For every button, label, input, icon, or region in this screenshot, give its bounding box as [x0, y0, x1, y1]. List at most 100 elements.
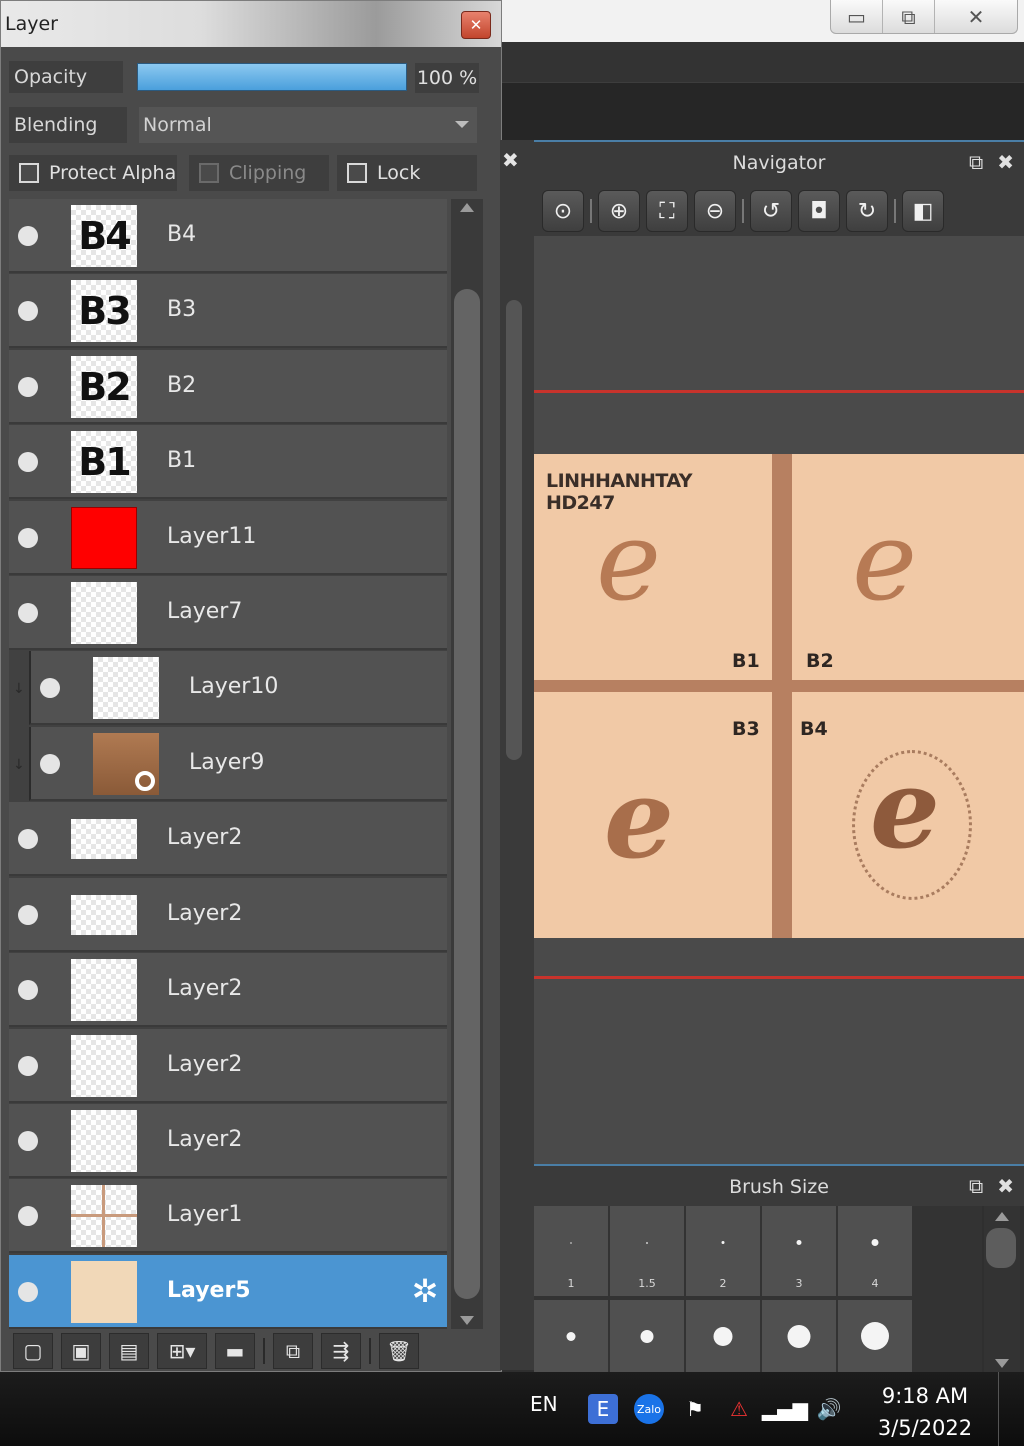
layer-row[interactable]: B4 B4 [9, 199, 447, 273]
network-warning-icon[interactable]: ⚠ [724, 1394, 754, 1424]
clock[interactable]: 9:18 AM 3/5/2022 [870, 1380, 980, 1444]
layer-row[interactable]: ↓ Layer9 [13, 727, 447, 801]
zoom-in-button[interactable]: ⊕ [598, 190, 640, 232]
brush-size-cell[interactable] [762, 1300, 836, 1372]
add-dropdown-button[interactable]: ⊞▾ [157, 1333, 207, 1369]
thumbnail-text: B3 [78, 289, 131, 333]
visibility-toggle-icon[interactable] [18, 1056, 38, 1076]
visibility-toggle-icon[interactable] [18, 226, 38, 246]
close-icon[interactable]: ✖ [997, 150, 1014, 174]
lock-checkbox[interactable]: Lock [337, 155, 477, 191]
visibility-toggle-icon[interactable] [18, 1282, 38, 1302]
brush-size-cell[interactable]: 1 [534, 1206, 608, 1296]
layer-row[interactable]: Layer2 [9, 953, 447, 1027]
visibility-toggle-icon[interactable] [18, 528, 38, 548]
protect-alpha-checkbox[interactable]: Protect Alpha [9, 155, 177, 191]
blending-select[interactable]: Normal [139, 107, 477, 143]
clipping-checkbox[interactable]: Clipping [189, 155, 329, 191]
scroll-up-icon[interactable] [460, 203, 474, 212]
folder-button[interactable]: ▬ [215, 1333, 255, 1369]
scroll-up-icon[interactable] [995, 1212, 1009, 1221]
layer-row[interactable]: Layer2 [9, 802, 447, 876]
minimize-button[interactable]: ▭ [831, 0, 883, 33]
fit-button[interactable]: ⛶ [646, 190, 688, 232]
brush-size-cell[interactable]: 2 [686, 1206, 760, 1296]
new-page-icon: ▤ [119, 1339, 139, 1363]
visibility-toggle-icon[interactable] [18, 377, 38, 397]
language-indicator[interactable]: EN [530, 1392, 558, 1416]
brush-size-cell[interactable] [610, 1300, 684, 1372]
layer-row[interactable]: Layer7 [9, 576, 447, 650]
brush-size-cell[interactable] [534, 1300, 608, 1372]
layer-row[interactable]: B2 B2 [9, 350, 447, 424]
brush-size-cell[interactable]: 1.5 [610, 1206, 684, 1296]
brush-size-scrollbar[interactable] [984, 1206, 1020, 1372]
close-window-button[interactable]: ✕ [935, 0, 1017, 33]
layer-row[interactable]: Layer2 [9, 1029, 447, 1103]
duplicate-button[interactable]: ⧉ [273, 1333, 313, 1369]
collapsed-panel-scrollbar[interactable] [506, 300, 522, 760]
layer-row[interactable]: B1 B1 [9, 425, 447, 499]
gear-icon[interactable]: ✲ [407, 1273, 443, 1309]
visibility-toggle-icon[interactable] [18, 905, 38, 925]
clip-arrow-icon: ↓ [13, 681, 25, 697]
visibility-toggle-icon[interactable] [40, 678, 60, 698]
rotate-right-button[interactable]: ↻ [846, 190, 888, 232]
scroll-thumb[interactable] [986, 1228, 1016, 1268]
layer-list-scrollbar[interactable] [451, 199, 483, 1329]
label-b2: B2 [806, 650, 834, 672]
scroll-down-icon[interactable] [460, 1316, 474, 1325]
layer-name: B2 [167, 373, 197, 398]
new-raster-button[interactable]: ▣ [61, 1333, 101, 1369]
layer-row-selected[interactable]: Layer5 ✲ [9, 1255, 447, 1329]
opacity-slider[interactable] [137, 63, 407, 91]
app-tray-icon[interactable]: E [588, 1394, 618, 1424]
popout-icon[interactable]: ⧉ [969, 1174, 983, 1198]
close-icon[interactable]: ✖ [502, 148, 519, 172]
reset-rotation-button[interactable]: ◘ [798, 190, 840, 232]
new-layer-button[interactable]: ▢ [13, 1333, 53, 1369]
scroll-thumb[interactable] [454, 289, 480, 1299]
signal-icon[interactable]: ▂▄▆ [762, 1394, 808, 1424]
close-icon[interactable]: ✖ [997, 1174, 1014, 1198]
visibility-toggle-icon[interactable] [18, 301, 38, 321]
opacity-value[interactable]: 100 % [415, 63, 479, 93]
zoom-out-button[interactable]: ⊖ [694, 190, 736, 232]
visibility-toggle-icon[interactable] [18, 980, 38, 1000]
visibility-toggle-icon[interactable] [18, 1206, 38, 1226]
navigator-view[interactable]: LINHHANHTAY HD247 e e B1 B2 B3 B4 e e [534, 236, 1024, 1164]
brush-size-cell[interactable]: 4 [838, 1206, 912, 1296]
visibility-toggle-icon[interactable] [18, 1131, 38, 1151]
brush-size-cell[interactable] [838, 1300, 912, 1372]
layer-row[interactable]: ↓ Layer10 [13, 651, 447, 725]
visibility-toggle-icon[interactable] [18, 603, 38, 623]
layer-row[interactable]: B3 B3 [9, 274, 447, 348]
new-page-button[interactable]: ▤ [109, 1333, 149, 1369]
visibility-toggle-icon[interactable] [40, 754, 60, 774]
scroll-down-icon[interactable] [995, 1359, 1009, 1368]
layer-row[interactable]: Layer2 [9, 1104, 447, 1178]
flip-button[interactable]: ◧ [902, 190, 944, 232]
layer-panel-close-button[interactable]: ✕ [461, 11, 491, 39]
flag-icon[interactable]: ⚑ [680, 1394, 710, 1424]
rotate-left-button[interactable]: ↺ [750, 190, 792, 232]
zoom-actual-button[interactable]: ⊙ [542, 190, 584, 232]
volume-icon[interactable]: 🔊 [814, 1394, 844, 1424]
brush-size-cell[interactable] [686, 1300, 760, 1372]
show-desktop-button[interactable] [998, 1372, 1020, 1446]
merge-button[interactable]: ⇶ [321, 1333, 361, 1369]
restore-button[interactable]: ⧉ [883, 0, 935, 33]
layer-name: Layer2 [167, 1052, 243, 1077]
layer-row[interactable]: Layer11 [9, 501, 447, 575]
layer-panel-titlebar[interactable]: Layer ✕ [1, 1, 501, 47]
delete-button[interactable]: 🗑 [379, 1333, 419, 1369]
zalo-tray-icon[interactable]: Zalo [634, 1394, 664, 1424]
visibility-toggle-icon[interactable] [18, 452, 38, 472]
popout-icon[interactable]: ⧉ [969, 150, 983, 174]
visibility-toggle-icon[interactable] [18, 829, 38, 849]
layer-thumbnail: B2 [71, 356, 137, 418]
layer-row[interactable]: Layer1 [9, 1179, 447, 1253]
clock-date: 3/5/2022 [877, 1416, 973, 1440]
brush-size-cell[interactable]: 3 [762, 1206, 836, 1296]
layer-row[interactable]: Layer2 [9, 878, 447, 952]
